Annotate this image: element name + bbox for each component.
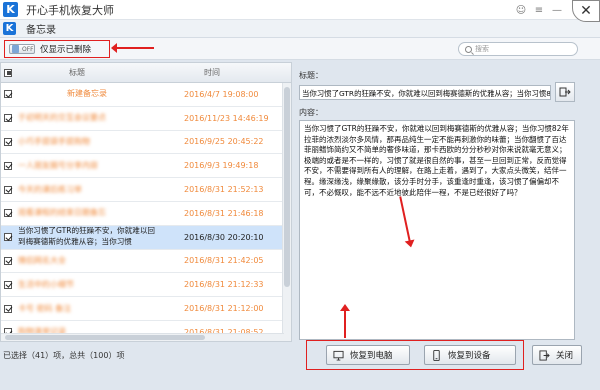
copy-title-button[interactable] [555,82,575,102]
row-time: 2016/8/31 21:46:18 [184,208,264,218]
search-placeholder: 搜索 [475,45,489,53]
module-logo-icon: K [3,22,16,35]
row-checkbox[interactable] [4,256,12,265]
detail-title-label: 标题： [299,71,323,80]
feedback-icon[interactable]: ☺ [512,2,530,18]
close-button[interactable]: 关闭 [532,345,582,365]
select-all-checkbox[interactable] [4,68,12,77]
module-title: 备忘录 [26,25,56,36]
copy-icon [559,87,571,97]
table-row[interactable]: 情侣网名大全 2016/8/31 21:42:05 [1,250,291,274]
table-row[interactable]: 于初明天的交互会议要点 2016/11/23 14:46:19 [1,107,291,131]
row-time: 2016/9/25 20:45:22 [184,137,264,147]
window-controls: ☺ ≡ — [512,2,566,18]
module-bar: K 备忘录 [0,20,600,38]
list-header: 标题 时间 [1,63,291,83]
row-checkbox[interactable] [4,185,12,194]
row-title: 小巧手提袋手提购物 [18,136,90,146]
table-row[interactable]: 小巧手提袋手提购物 2016/9/25 20:45:22 [1,131,291,155]
row-checkbox[interactable] [4,209,12,218]
row-time: 2016/8/31 21:42:05 [184,256,264,266]
row-time: 2016/11/23 14:46:19 [184,113,269,123]
row-title: 情侣网名大全 [18,255,66,265]
table-row[interactable]: 一人朋友圈号分享内容 2016/9/3 19:49:18 [1,154,291,179]
detail-content-label: 内容： [299,108,323,117]
annotation-arrow-up [340,304,350,338]
restore-to-device-label: 恢复到设备 [448,351,491,361]
row-time: 2016/8/31 21:12:33 [184,280,264,290]
row-time: 2016/8/30 20:20:10 [184,232,264,242]
app-logo-icon: K [3,2,18,17]
row-checkbox[interactable] [4,90,12,99]
deleted-only-label: 仅显示已删除 [40,45,92,55]
toolbar: OFF 仅显示已删除 搜索 [0,38,600,60]
scroll-thumb[interactable] [284,87,290,287]
table-row[interactable]: 当你习惯了GTR的狂躁不安，你就难以回到梅赛德斯的优雅从容；当你习惯 2016/8… [1,225,291,250]
list-vertical-scrollbar[interactable] [282,83,291,341]
exit-icon [539,349,550,361]
close-label: 关闭 [556,351,574,361]
row-title: 新建备忘录 [67,89,107,99]
app-title: 开心手机恢复大师 [26,3,114,17]
row-checkbox[interactable] [4,233,12,242]
selection-status: 已选择（41）项，总共（100）项 [3,351,125,360]
table-row[interactable]: 卡号 密码 备注 2016/8/31 21:12:00 [1,297,291,321]
row-checkbox[interactable] [4,161,12,170]
window-close-button[interactable]: ✕ [572,0,600,22]
row-title: 一人朋友圈号分享内容 [18,160,98,170]
memo-detail: 标题： 当你习惯了GTR的狂躁不安，你就难以回到梅赛德斯的优雅从容；当你习惯82… [296,62,579,342]
deleted-only-filter[interactable]: OFF 仅显示已删除 [4,40,110,58]
list-rows: 新建备忘录 2016/4/7 19:08:00 于初明天的交互会议要点 2016/11… [1,83,291,341]
row-checkbox[interactable] [4,280,12,289]
table-row[interactable]: 观看课程的结束日期备忘 2016/8/31 21:46:18 [1,202,291,226]
table-row[interactable]: 新建备忘录 2016/4/7 19:08:00 [1,83,291,107]
row-checkbox[interactable] [4,114,12,123]
row-time: 2016/8/31 21:12:00 [184,304,264,314]
toggle-knob [12,45,19,53]
column-title-header[interactable]: 标题 [12,67,142,78]
scroll-thumb-h[interactable] [5,335,205,340]
row-title: 于初明天的交互会议要点 [18,113,106,123]
restore-to-device-button[interactable]: 恢复到设备 [424,345,516,365]
search-icon [465,45,472,53]
row-checkbox[interactable] [4,137,12,146]
menu-icon[interactable]: ≡ [530,2,548,18]
minimize-icon[interactable]: — [548,2,566,18]
row-title: 生活中的小细节 [18,279,74,289]
app-titlebar: K 开心手机恢复大师 ☺ ≡ — [0,0,600,20]
toggle-state: OFF [22,45,34,53]
table-row[interactable]: 生活中的小细节 2016/8/31 21:12:33 [1,273,291,298]
row-title: 今天的课后练习单 [18,184,82,194]
row-title: 观看课程的结束日期备忘 [18,208,106,218]
deleted-only-toggle[interactable]: OFF [9,44,35,54]
search-input[interactable]: 搜索 [458,42,578,56]
row-title: 卡号 密码 备注 [18,303,72,313]
annotation-arrow-left [111,43,154,53]
row-time: 2016/4/7 19:08:00 [184,89,259,99]
row-time: 2016/9/3 19:49:18 [184,161,259,171]
restore-to-pc-button[interactable]: 恢复到电脑 [326,345,410,365]
row-checkbox[interactable] [4,304,12,313]
column-time-header[interactable]: 时间 [142,67,282,78]
detail-title-field[interactable]: 当你习惯了GTR的狂躁不安，你就难以回到梅赛德斯的优雅从容；当你习惯82 [299,85,551,100]
list-horizontal-scrollbar[interactable] [1,333,284,341]
table-row[interactable]: 今天的课后练习单 2016/8/31 21:52:13 [1,178,291,202]
computer-icon [333,350,344,361]
restore-to-pc-label: 恢复到电脑 [350,351,393,361]
memo-list: 标题 时间 新建备忘录 2016/4/7 19:08:00 于初明天的交互会议要点 2… [0,62,292,342]
phone-icon [433,349,440,361]
row-title: 当你习惯了GTR的狂躁不安，你就难以回到梅赛德斯的优雅从容；当你习惯 [18,226,156,246]
row-time: 2016/8/31 21:52:13 [184,185,264,195]
